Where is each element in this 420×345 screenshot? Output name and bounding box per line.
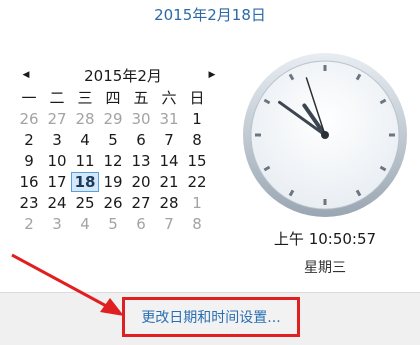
clock-center <box>321 131 329 139</box>
calendar-day[interactable]: 11 <box>71 151 99 171</box>
month-title[interactable]: 2015年2月 <box>57 65 189 86</box>
calendar-day[interactable]: 4 <box>71 214 99 234</box>
weekday-label: 星期三 <box>304 260 346 276</box>
calendar-day[interactable]: 14 <box>155 151 183 171</box>
calendar-day[interactable]: 4 <box>71 130 99 150</box>
calendar-day[interactable]: 6 <box>127 214 155 234</box>
calendar-day[interactable]: 28 <box>155 193 183 213</box>
calendar-day[interactable]: 31 <box>155 109 183 129</box>
calendar-day[interactable]: 3 <box>43 130 71 150</box>
calendar-day[interactable]: 27 <box>127 193 155 213</box>
calendar-day[interactable]: 16 <box>15 172 43 192</box>
weekday-header: 一 <box>21 89 37 107</box>
calendar-day[interactable]: 2 <box>15 130 43 150</box>
calendar-day[interactable]: 22 <box>183 172 211 192</box>
calendar-day[interactable]: 27 <box>43 109 71 129</box>
full-date-header[interactable]: 2015年2月18日 <box>0 4 420 25</box>
calendar-day[interactable]: 18 <box>71 172 99 192</box>
weekday-header: 四 <box>105 89 121 107</box>
calendar-day[interactable]: 7 <box>155 214 183 234</box>
weekday-header: 二 <box>49 89 65 107</box>
calendar-day[interactable]: 9 <box>15 151 43 171</box>
calendar-day[interactable]: 6 <box>127 130 155 150</box>
digital-time: 上午 10:50:57 <box>273 230 377 248</box>
calendar-day[interactable]: 19 <box>99 172 127 192</box>
weekday-header: 日 <box>189 89 205 107</box>
calendar-day[interactable]: 20 <box>127 172 155 192</box>
calendar-day[interactable]: 10 <box>43 151 71 171</box>
calendar-day[interactable]: 7 <box>155 130 183 150</box>
calendar-day[interactable]: 2 <box>15 214 43 234</box>
calendar-day[interactable]: 15 <box>183 151 211 171</box>
calendar-day[interactable]: 23 <box>15 193 43 213</box>
weekday-header: 五 <box>133 89 149 107</box>
calendar-day[interactable]: 17 <box>43 172 71 192</box>
weekday-header: 三 <box>77 89 93 107</box>
calendar-day[interactable]: 8 <box>183 130 211 150</box>
calendar-day[interactable]: 3 <box>43 214 71 234</box>
analog-clock-icon <box>243 53 407 217</box>
calendar-day[interactable]: 24 <box>43 193 71 213</box>
next-month-icon[interactable]: ▶ <box>205 70 219 80</box>
calendar-day[interactable]: 13 <box>127 151 155 171</box>
calendar-day[interactable]: 1 <box>183 193 211 213</box>
calendar-day[interactable]: 1 <box>183 109 211 129</box>
calendar-day[interactable]: 5 <box>99 214 127 234</box>
previous-month-icon[interactable]: ◀ <box>19 70 33 80</box>
weekday-header: 六 <box>161 89 177 107</box>
calendar-day[interactable]: 29 <box>99 109 127 129</box>
calendar-day[interactable]: 12 <box>99 151 127 171</box>
calendar-day[interactable]: 26 <box>99 193 127 213</box>
change-date-time-settings-link[interactable]: 更改日期和时间设置... <box>122 297 300 337</box>
calendar-day[interactable]: 26 <box>15 109 43 129</box>
calendar-day[interactable]: 8 <box>183 214 211 234</box>
calendar-day[interactable]: 5 <box>99 130 127 150</box>
calendar-day[interactable]: 25 <box>71 193 99 213</box>
calendar-day[interactable]: 30 <box>127 109 155 129</box>
calendar-day[interactable]: 28 <box>71 109 99 129</box>
calendar-day[interactable]: 21 <box>155 172 183 192</box>
